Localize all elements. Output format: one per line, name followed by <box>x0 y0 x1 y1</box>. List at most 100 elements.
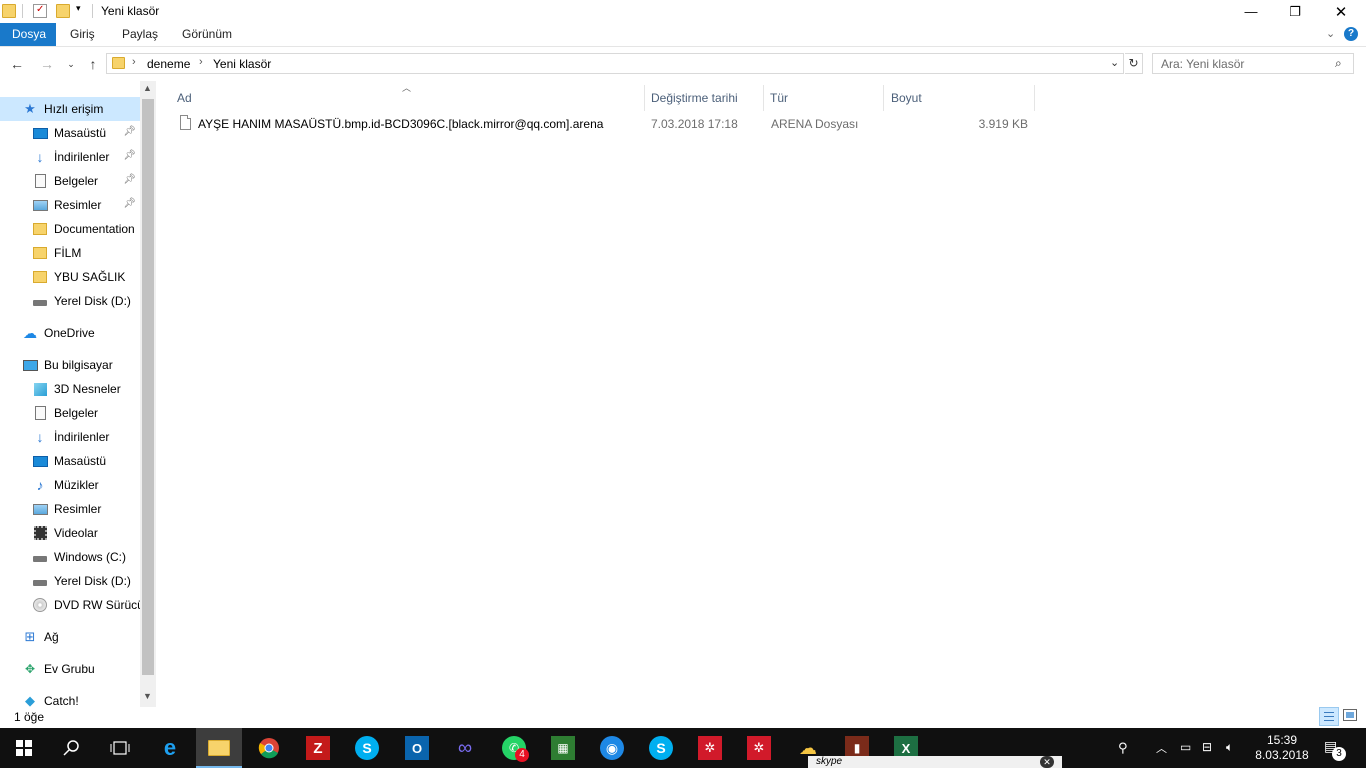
sidebar-item-label: FİLM <box>54 246 82 260</box>
large-icons-view-icon[interactable] <box>1343 709 1357 721</box>
ribbon: Dosya Giriş Paylaş Görünüm ⌄ ? <box>0 23 1366 47</box>
filezilla-icon[interactable]: Z <box>306 736 330 760</box>
column-header-size[interactable]: Boyut <box>885 85 1035 111</box>
breadcrumb-separator[interactable]: › <box>132 56 136 68</box>
up-arrow-icon[interactable]: ↑ <box>84 55 102 73</box>
show-hidden-icons-icon[interactable]: ︿ <box>1156 740 1167 756</box>
search-icon[interactable] <box>60 736 84 760</box>
infinity-app-icon[interactable]: ∞ <box>453 736 477 760</box>
homegroup-icon: ✥ <box>24 662 36 676</box>
internet-explorer-icon[interactable]: e <box>158 735 182 760</box>
creative-cloud-icon[interactable]: ✲ <box>698 736 722 760</box>
navigation-pane[interactable]: ★ Hızlı erişim Masaüstü 📌︎ ↓ İndirilenler 📌︎ Be… <box>0 81 156 707</box>
column-header-name[interactable]: Ad <box>171 85 645 111</box>
sidebar-item-videolar[interactable]: Videolar <box>0 521 140 545</box>
forward-arrow-icon[interactable]: → <box>38 55 56 73</box>
scroll-up-icon[interactable]: ▲ <box>143 83 152 93</box>
new-folder-icon[interactable] <box>56 4 70 18</box>
clock-date: 8.03.2018 <box>1255 748 1309 762</box>
sidebar-item-yerel-disk-d-[interactable]: Yerel Disk (D:) <box>0 569 140 593</box>
people-icon[interactable]: ⚲ <box>1118 740 1128 756</box>
address-bar[interactable]: › deneme › Yeni klasör ⌄ <box>106 53 1124 74</box>
tab-gorunum[interactable]: Görünüm <box>170 23 244 46</box>
skype-business-icon[interactable]: S <box>649 736 673 760</box>
sidebar-item-ybu-sağlik[interactable]: YBU SAĞLIK <box>0 265 140 289</box>
clock[interactable]: 15:39 8.03.2018 <box>1252 733 1312 763</box>
minimize-button[interactable]: — <box>1228 0 1274 23</box>
file-icon <box>180 115 191 130</box>
details-view-icon[interactable] <box>1319 707 1339 726</box>
download-icon: ↓ <box>36 149 44 165</box>
sidebar-item-müzikler[interactable]: ♪ Müzikler <box>0 473 140 497</box>
help-icon[interactable]: ? <box>1344 27 1358 41</box>
sidebar-item-documentation[interactable]: Documentation <box>0 217 140 241</box>
search-box[interactable]: Ara: Yeni klasör ⌕ <box>1152 53 1354 74</box>
volume-icon[interactable]: 🔈︎ <box>1226 740 1233 755</box>
breadcrumb-item-deneme[interactable]: deneme <box>147 57 190 71</box>
whatsapp-icon[interactable]: ✆ 4 <box>502 736 529 762</box>
skype-preview-strip[interactable]: skype ✕ <box>808 756 1062 768</box>
customize-toolbar-icon[interactable]: ▾ <box>76 3 81 14</box>
maximize-button[interactable]: ❐ <box>1272 0 1318 23</box>
action-center-button[interactable]: ▤ 3 <box>1324 738 1346 761</box>
task-view-icon[interactable] <box>108 736 132 760</box>
sidebar-item-ağ[interactable]: ⊞ Ağ <box>0 625 140 649</box>
sidebar-item-hızlı-erişim[interactable]: ★ Hızlı erişim <box>0 97 140 121</box>
sidebar-item-3d-nesneler[interactable]: 3D Nesneler <box>0 377 140 401</box>
nav-scroll-thumb[interactable] <box>142 99 154 675</box>
column-header-type[interactable]: Tür <box>764 85 884 111</box>
search-placeholder[interactable]: Ara: Yeni klasör <box>1161 57 1244 71</box>
recent-locations-icon[interactable]: ⌄ <box>62 55 80 73</box>
network-icon[interactable]: ⊟ <box>1202 740 1212 754</box>
outlook-icon[interactable]: O <box>405 736 429 760</box>
sidebar-item-masaüstü[interactable]: Masaüstü 📌︎ <box>0 121 140 145</box>
file-list[interactable]: ︿ Ad Değiştirme tarihi Tür Boyut AYŞE HA… <box>156 81 1366 707</box>
sidebar-item-dvd-rw-sürücüsü[interactable]: DVD RW Sürücüsü <box>0 593 140 617</box>
skype-icon[interactable]: S <box>355 736 379 760</box>
sidebar-item-windows-c-[interactable]: Windows (C:) <box>0 545 140 569</box>
refresh-icon[interactable]: ↻ <box>1125 53 1143 74</box>
address-dropdown-icon[interactable]: ⌄ <box>1110 56 1119 69</box>
sidebar-item-resimler[interactable]: Resimler <box>0 497 140 521</box>
sidebar-item-i-ndirilenler[interactable]: ↓ İndirilenler <box>0 425 140 449</box>
column-header-modified[interactable]: Değiştirme tarihi <box>645 85 764 111</box>
globe-sync-icon[interactable]: ◉ <box>600 736 624 760</box>
close-button[interactable]: ✕ <box>1318 0 1364 23</box>
close-icon[interactable]: ✕ <box>1040 756 1054 768</box>
sidebar-item-catch-[interactable]: ◆ Catch! <box>0 689 140 707</box>
tab-paylas[interactable]: Paylaş <box>110 23 170 46</box>
breadcrumb-item-yeni-klasor[interactable]: Yeni klasör <box>213 57 271 71</box>
sidebar-item-label: 3D Nesneler <box>54 382 121 396</box>
sidebar-item-bu-bilgisayar[interactable]: Bu bilgisayar <box>0 353 140 377</box>
sidebar-item-i-ndirilenler[interactable]: ↓ İndirilenler 📌︎ <box>0 145 140 169</box>
sidebar-item-fi-lm[interactable]: FİLM <box>0 241 140 265</box>
sidebar-item-yerel-disk-d-[interactable]: Yerel Disk (D:) <box>0 289 140 313</box>
pin-icon: 📌︎ <box>123 126 136 137</box>
network-app-icon[interactable]: ▦ <box>551 736 575 760</box>
pin-icon: 📌︎ <box>123 174 136 185</box>
breadcrumb-separator[interactable]: › <box>199 56 203 68</box>
minimize-icon: — <box>1244 4 1258 19</box>
tab-dosya[interactable]: Dosya <box>0 23 56 46</box>
sidebar-item-label: Resimler <box>54 198 102 212</box>
battery-icon[interactable]: ▭ <box>1180 740 1191 754</box>
back-arrow-icon[interactable]: ← <box>8 55 26 73</box>
chrome-icon[interactable] <box>257 736 281 760</box>
sidebar-item-resimler[interactable]: Resimler 📌︎ <box>0 193 140 217</box>
sidebar-item-onedrive[interactable]: ☁ OneDrive <box>0 321 140 345</box>
adobe-app-icon[interactable]: ✲ <box>747 736 771 760</box>
properties-icon[interactable]: ✓ <box>33 4 47 18</box>
sidebar-item-masaüstü[interactable]: Masaüstü <box>0 449 140 473</box>
scroll-down-icon[interactable]: ▼ <box>143 691 152 701</box>
notification-badge: 3 <box>1332 747 1346 761</box>
sidebar-item-belgeler[interactable]: Belgeler 📌︎ <box>0 169 140 193</box>
network-icon: ⊞ <box>24 629 36 644</box>
start-windows-icon[interactable] <box>12 736 36 760</box>
file-name[interactable]: AYŞE HANIM MASAÜSTÜ.bmp.id-BCD3096C.[bla… <box>198 115 603 133</box>
sidebar-item-ev-grubu[interactable]: ✥ Ev Grubu <box>0 657 140 681</box>
tab-giris[interactable]: Giriş <box>58 23 107 46</box>
file-explorer-taskbar-button[interactable] <box>196 728 242 768</box>
expand-ribbon-icon[interactable]: ⌄ <box>1326 27 1335 40</box>
search-icon[interactable]: ⌕ <box>1335 56 1342 71</box>
sidebar-item-belgeler[interactable]: Belgeler <box>0 401 140 425</box>
